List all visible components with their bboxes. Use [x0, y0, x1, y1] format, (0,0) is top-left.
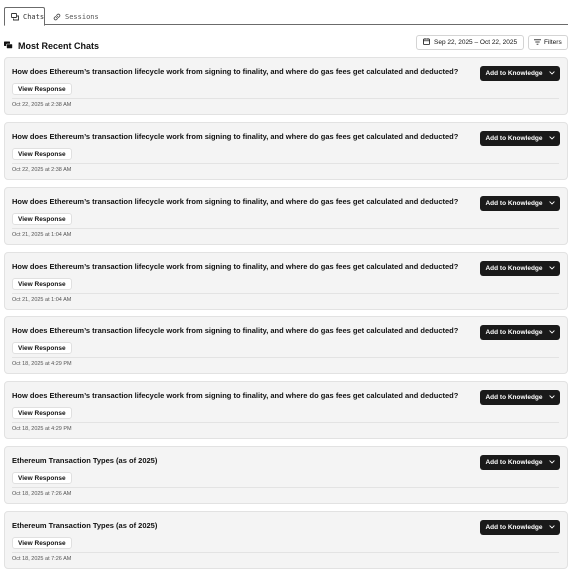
add-to-knowledge-label: Add to Knowledge — [485, 394, 543, 401]
view-response-button[interactable]: View Response — [12, 407, 72, 419]
chat-card: How does Ethereum’s transaction lifecycl… — [4, 187, 568, 245]
tab-sessions[interactable]: Sessions — [47, 7, 105, 26]
chevron-down-icon — [548, 265, 555, 272]
view-response-button[interactable]: View Response — [12, 213, 72, 225]
chat-question: How does Ethereum’s transaction lifecycl… — [12, 326, 459, 335]
chat-question: Ethereum Transaction Types (as of 2025) — [12, 521, 158, 530]
chat-card: How does Ethereum’s transaction lifecycl… — [4, 252, 568, 310]
chat-timestamp: Oct 21, 2025 at 1:04 AM — [12, 232, 72, 238]
chat-timestamp: Oct 21, 2025 at 1:04 AM — [12, 297, 72, 303]
add-to-knowledge-label: Add to Knowledge — [485, 70, 543, 77]
view-response-button[interactable]: View Response — [12, 537, 72, 549]
chat-timestamp: Oct 18, 2025 at 4:29 PM — [12, 426, 72, 432]
add-to-knowledge-label: Add to Knowledge — [485, 265, 543, 272]
chevron-down-icon — [548, 135, 555, 142]
add-to-knowledge-button[interactable]: Add to Knowledge — [480, 66, 560, 81]
chat-question: How does Ethereum’s transaction lifecycl… — [12, 391, 459, 400]
chat-timestamp: Oct 18, 2025 at 7:26 AM — [12, 556, 72, 562]
chat-question: How does Ethereum’s transaction lifecycl… — [12, 67, 459, 76]
add-to-knowledge-button[interactable]: Add to Knowledge — [480, 325, 560, 340]
chat-timestamp: Oct 18, 2025 at 4:29 PM — [12, 361, 72, 367]
chevron-down-icon — [548, 200, 555, 207]
link-icon — [53, 13, 61, 21]
chat-timestamp: Oct 18, 2025 at 7:26 AM — [12, 491, 72, 497]
filters-label: Filters — [544, 39, 562, 46]
chat-timestamp: Oct 22, 2025 at 2:38 AM — [12, 167, 72, 173]
calendar-icon — [423, 38, 430, 47]
add-to-knowledge-button[interactable]: Add to Knowledge — [480, 455, 560, 470]
date-range-label: Sep 22, 2025 – Oct 22, 2025 — [434, 39, 518, 46]
divider — [12, 357, 559, 358]
divider — [12, 98, 559, 99]
divider — [12, 422, 559, 423]
filter-icon — [534, 38, 541, 47]
view-response-button[interactable]: View Response — [12, 148, 72, 160]
chevron-down-icon — [548, 70, 555, 77]
chat-card: How does Ethereum’s transaction lifecycl… — [4, 316, 568, 374]
add-to-knowledge-label: Add to Knowledge — [485, 135, 543, 142]
add-to-knowledge-label: Add to Knowledge — [485, 459, 543, 466]
add-to-knowledge-button[interactable]: Add to Knowledge — [480, 261, 560, 276]
add-to-knowledge-label: Add to Knowledge — [485, 200, 543, 207]
tab-bar: Chats Sessions — [4, 7, 568, 26]
view-response-button[interactable]: View Response — [12, 278, 72, 290]
chevron-down-icon — [548, 524, 555, 531]
page-title: Most Recent Chats — [18, 41, 100, 51]
date-range-picker[interactable]: Sep 22, 2025 – Oct 22, 2025 — [416, 35, 524, 50]
tab-label: Sessions — [65, 12, 99, 21]
chevron-down-icon — [548, 394, 555, 401]
chat-question: How does Ethereum’s transaction lifecycl… — [12, 197, 459, 206]
chevron-down-icon — [548, 329, 555, 336]
chats-icon — [11, 12, 19, 21]
add-to-knowledge-button[interactable]: Add to Knowledge — [480, 196, 560, 211]
title-wrap: Most Recent Chats — [4, 37, 99, 55]
add-to-knowledge-button[interactable]: Add to Knowledge — [480, 390, 560, 405]
filters-button[interactable]: Filters — [528, 35, 568, 50]
chat-question: Ethereum Transaction Types (as of 2025) — [12, 456, 158, 465]
chat-card: Ethereum Transaction Types (as of 2025) … — [4, 446, 568, 504]
view-response-button[interactable]: View Response — [12, 472, 72, 484]
chats-icon — [4, 37, 13, 55]
chat-card: How does Ethereum’s transaction lifecycl… — [4, 57, 568, 115]
divider — [12, 228, 559, 229]
add-to-knowledge-button[interactable]: Add to Knowledge — [480, 131, 560, 146]
divider — [12, 552, 559, 553]
add-to-knowledge-label: Add to Knowledge — [485, 524, 543, 531]
chevron-down-icon — [548, 459, 555, 466]
divider — [12, 487, 559, 488]
chat-timestamp: Oct 22, 2025 at 2:38 AM — [12, 102, 72, 108]
tab-chats[interactable]: Chats — [4, 7, 45, 26]
chat-question: How does Ethereum’s transaction lifecycl… — [12, 132, 459, 141]
divider — [12, 163, 559, 164]
chat-question: How does Ethereum’s transaction lifecycl… — [12, 262, 459, 271]
tab-label: Chats — [23, 12, 45, 21]
view-response-button[interactable]: View Response — [12, 342, 72, 354]
page-header: Most Recent Chats Sep 22, 2025 – Oct 22,… — [4, 35, 568, 51]
add-to-knowledge-label: Add to Knowledge — [485, 329, 543, 336]
chat-card: How does Ethereum’s transaction lifecycl… — [4, 381, 568, 439]
chat-card: Ethereum Transaction Types (as of 2025) … — [4, 511, 568, 569]
view-response-button[interactable]: View Response — [12, 83, 72, 95]
add-to-knowledge-button[interactable]: Add to Knowledge — [480, 520, 560, 535]
chat-card: How does Ethereum’s transaction lifecycl… — [4, 122, 568, 180]
divider — [12, 293, 559, 294]
